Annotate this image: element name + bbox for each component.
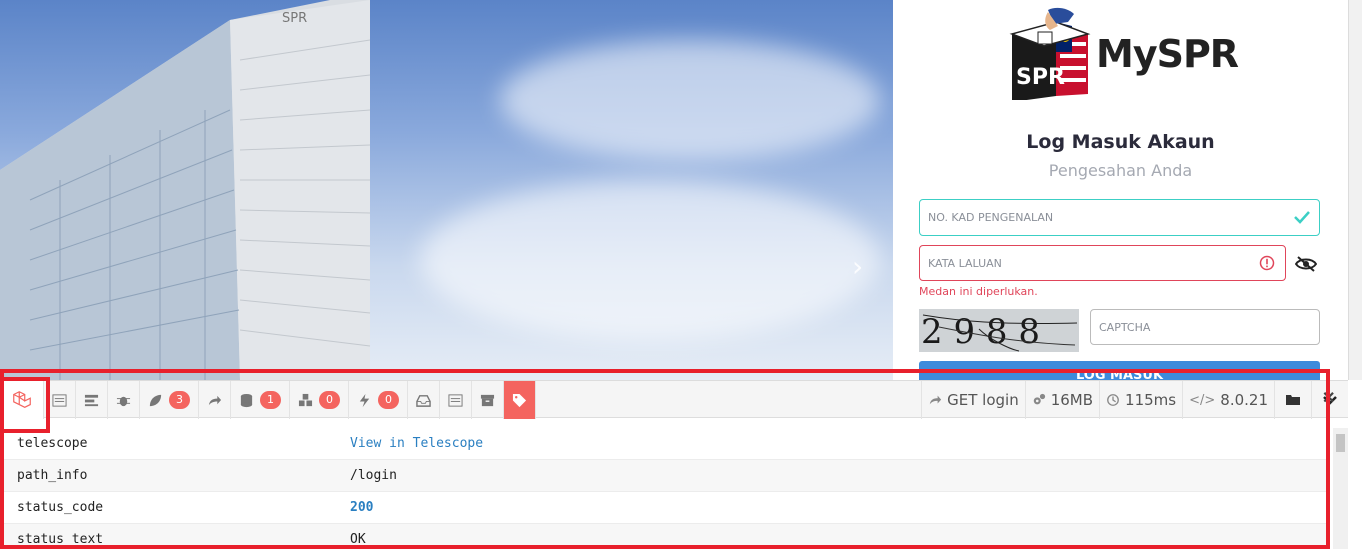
clock-icon [1107, 394, 1119, 406]
models-count-badge: 0 [319, 391, 340, 409]
tag-tab-icon[interactable] [504, 381, 536, 419]
page-scrollbar[interactable] [1348, 0, 1362, 380]
toggle-password-eye-icon[interactable] [1295, 255, 1317, 273]
debugbar-scrollbar[interactable] [1333, 428, 1348, 549]
table-row: status_text OK [0, 524, 1330, 549]
open-folder-icon[interactable] [1274, 381, 1311, 419]
row-value: 200 [350, 500, 374, 515]
close-icon[interactable]: ✕ [1322, 388, 1335, 408]
row-key: status_text [17, 532, 104, 547]
row-key: telescope [17, 436, 88, 451]
row-value: /login [350, 468, 397, 483]
carousel-next-icon[interactable]: › [852, 250, 863, 283]
page: SPR › SPR MySPR Log Masuk Akaun Pengesah… [0, 0, 1362, 549]
ic-number-placeholder: NO. KAD PENGENALAN [928, 211, 1054, 224]
logs-tab-icon[interactable] [440, 381, 472, 419]
php-version-value: 8.0.21 [1220, 391, 1268, 409]
table-row: status_code 200 [0, 492, 1330, 524]
laravel-logo-icon[interactable] [0, 381, 44, 419]
captcha-image: 2 9 8 8 [919, 309, 1079, 352]
database-icon [240, 393, 253, 407]
bolt-icon [359, 393, 370, 407]
memory-value: 16MB [1050, 391, 1094, 409]
request-info[interactable]: GET login [921, 381, 1025, 419]
logo-text: SPR [1016, 65, 1065, 90]
ic-number-field[interactable]: NO. KAD PENGENALAN [919, 199, 1320, 236]
route-share-icon[interactable] [199, 381, 231, 419]
table-row: path_info /login [0, 460, 1330, 492]
timeline-tab-icon[interactable] [76, 381, 108, 419]
captcha-input[interactable]: CAPTCHA [1090, 309, 1320, 345]
queries-count-badge: 1 [260, 391, 281, 409]
row-value: OK [350, 532, 366, 547]
table-row: telescope View in Telescope [0, 428, 1330, 460]
exceptions-bug-icon[interactable] [108, 381, 140, 419]
spr-logo: SPR [1009, 7, 1091, 100]
views-count-badge: 3 [169, 391, 190, 409]
captcha-placeholder: CAPTCHA [1099, 320, 1151, 334]
request-method-route: GET login [947, 391, 1019, 409]
cogs-icon [1033, 393, 1045, 405]
row-key: status_code [17, 500, 104, 515]
leaf-icon [149, 394, 162, 406]
login-title: Log Masuk Akaun [1026, 131, 1215, 153]
events-count-badge: 0 [378, 391, 399, 409]
hero-building-image: SPR › [0, 0, 893, 380]
code-icon: </> [1189, 392, 1216, 408]
events-tab[interactable]: 0 [349, 381, 408, 419]
svg-text:SPR: SPR [282, 11, 307, 26]
captcha-text: 2 9 8 8 [921, 312, 1040, 352]
password-placeholder: KATA LALUAN [928, 256, 1002, 270]
password-error-text: Medan ini diperlukan. [919, 285, 1038, 298]
scrollbar-thumb[interactable] [1336, 434, 1345, 452]
queries-tab[interactable]: 1 [231, 381, 290, 419]
row-key: path_info [17, 468, 88, 483]
cubes-icon [298, 393, 313, 406]
view-in-telescope-link[interactable]: View in Telescope [350, 436, 1330, 451]
error-icon [1259, 255, 1275, 271]
request-table: telescope View in Telescope path_info /l… [0, 428, 1330, 549]
mail-inbox-icon[interactable] [408, 381, 440, 419]
messages-tab-icon[interactable] [44, 381, 76, 419]
php-version: </> 8.0.21 [1182, 381, 1274, 419]
views-tab[interactable]: 3 [140, 381, 199, 419]
models-tab[interactable]: 0 [290, 381, 349, 419]
archive-tab-icon[interactable] [472, 381, 504, 419]
login-subtitle: Pengesahan Anda [1048, 161, 1193, 180]
debugbar: 3 1 0 0 GET login 16MB 115ms </> 8.0.21 … [0, 380, 1362, 549]
debugbar-toolbar: 3 1 0 0 GET login 16MB 115ms </> 8.0.21 [0, 380, 1348, 419]
password-field[interactable]: KATA LALUAN [919, 245, 1286, 281]
memory-usage[interactable]: 16MB [1024, 381, 1099, 419]
brand-title: MySPR [1096, 32, 1239, 76]
duration-value: 115ms [1125, 391, 1177, 409]
share-icon [929, 395, 942, 405]
check-icon [1294, 211, 1310, 224]
request-duration[interactable]: 115ms [1099, 381, 1182, 419]
